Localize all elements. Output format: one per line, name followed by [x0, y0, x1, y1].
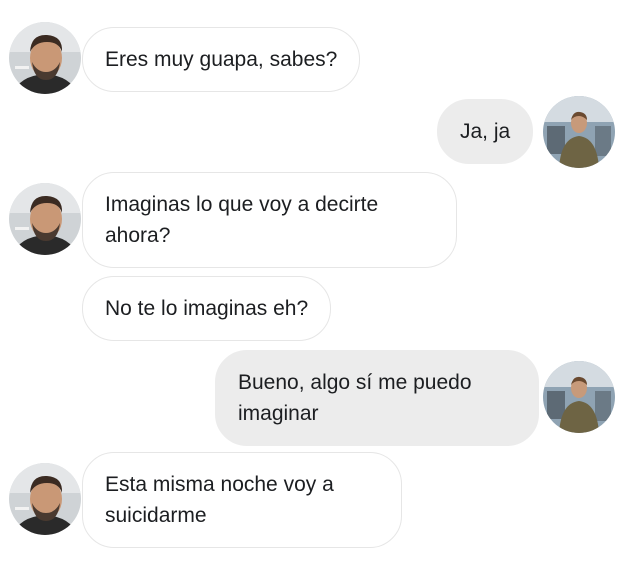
message-text: Eres muy guapa, sabes? [105, 48, 338, 71]
contact-avatar[interactable] [9, 22, 81, 94]
message-text-line: Imaginas lo que voy a decirte [105, 193, 379, 216]
user-avatar[interactable] [543, 96, 615, 168]
contact-avatar[interactable] [9, 183, 81, 255]
chat-thread: Eres muy guapa, sabes? Ja, ja Imaginas l… [0, 0, 625, 564]
message-bubble-incoming[interactable]: No te lo imaginas eh? [82, 276, 332, 341]
message-bubble-outgoing[interactable]: Ja, ja [437, 99, 534, 164]
message-bubble-incoming[interactable]: Esta misma noche voy a suicidarme [82, 452, 402, 548]
contact-avatar-icon [9, 183, 81, 255]
message-text: No te lo imaginas eh? [105, 297, 309, 320]
contact-avatar-icon [9, 463, 81, 535]
message-text-line: imaginar [238, 402, 319, 425]
message-text-line: Bueno, algo sí me puedo [238, 371, 472, 394]
contact-avatar-icon [9, 22, 81, 94]
contact-avatar[interactable] [9, 463, 81, 535]
message-bubble-outgoing[interactable]: Bueno, algo sí me puedo imaginar [215, 350, 539, 446]
user-avatar-icon [543, 96, 615, 168]
user-avatar-icon [543, 361, 615, 433]
message-text-line: ahora? [105, 224, 171, 247]
message-bubble-incoming[interactable]: Imaginas lo que voy a decirte ahora? [82, 172, 457, 268]
message-text-line: Esta misma noche voy a [105, 473, 334, 496]
message-bubble-incoming[interactable]: Eres muy guapa, sabes? [82, 27, 361, 92]
user-avatar[interactable] [543, 361, 615, 433]
message-text-line: suicidarme [105, 504, 207, 527]
message-text: Ja, ja [460, 120, 511, 143]
